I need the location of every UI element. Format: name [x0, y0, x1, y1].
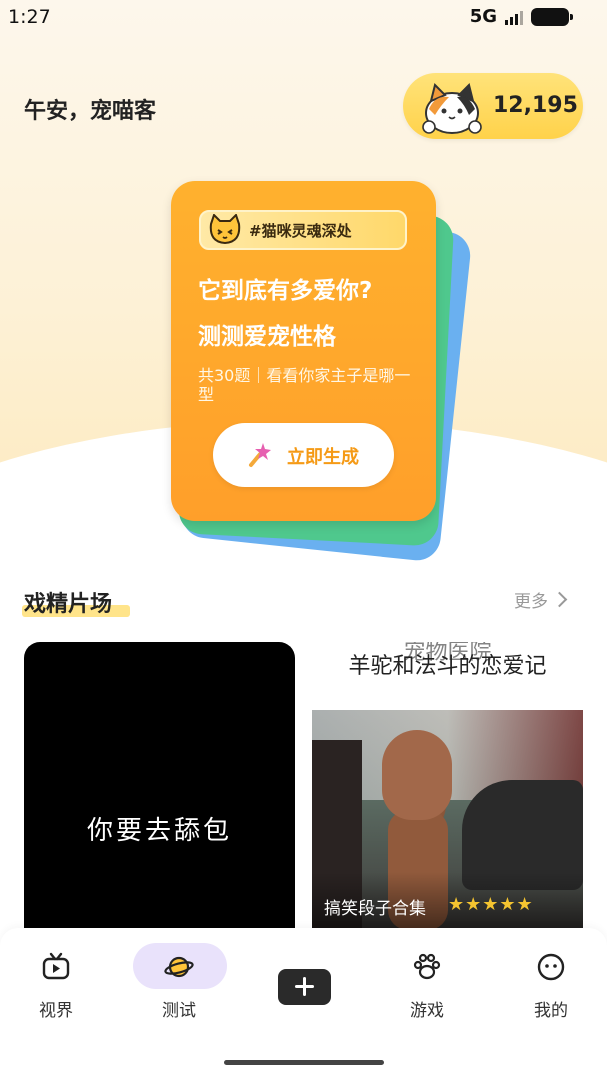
- chevron-right-icon: [551, 591, 568, 608]
- add-button[interactable]: [278, 969, 331, 1005]
- tv-icon: [42, 952, 70, 980]
- status-time: 1:27: [8, 6, 51, 28]
- face-icon: [537, 953, 565, 981]
- quiz-title-line2: 测测爱宠性格: [198, 324, 336, 350]
- rating-stars-icon: ★★★★★: [448, 894, 534, 915]
- greeting-text: 午安，宠喵客: [24, 99, 157, 124]
- cat-face-icon: [209, 214, 241, 245]
- video-card[interactable]: 你要去舔包: [24, 642, 295, 932]
- tab-test[interactable]: 测试: [133, 943, 227, 1026]
- home-indicator: [224, 1060, 384, 1065]
- tab-games[interactable]: 游戏: [382, 946, 472, 1026]
- video-card[interactable]: 宠物医院 羊驼和法斗的恋爱记 搞笑段子合集 ★★★★★: [312, 642, 583, 932]
- generate-button[interactable]: 立即生成: [213, 423, 394, 487]
- status-indicators: 5G: [469, 6, 573, 27]
- cat-mascot-icon: [422, 83, 482, 134]
- status-bar: 1:27 5G: [0, 0, 607, 36]
- battery-icon: [531, 7, 573, 26]
- paw-icon: [413, 953, 441, 980]
- video-caption: 你要去舔包: [86, 816, 232, 846]
- tab-vision[interactable]: 视界: [11, 946, 101, 1026]
- planet-icon: [164, 956, 194, 978]
- coin-balance-button[interactable]: 12,195: [403, 73, 583, 139]
- more-link-label: 更多: [514, 592, 548, 612]
- quiz-tag-label: #猫咪灵魂深处: [249, 222, 352, 240]
- tab-label: 我的: [534, 1001, 568, 1021]
- bottom-tab-bar: 视界 测试 游戏 我的: [0, 928, 607, 1080]
- magic-wand-icon: [249, 443, 271, 467]
- quiz-description: 共30题｜看看你家主子是哪一型: [198, 366, 411, 404]
- more-link[interactable]: 更多: [514, 587, 568, 612]
- tab-label: 视界: [39, 1001, 73, 1021]
- tab-profile[interactable]: 我的: [506, 946, 596, 1026]
- quiz-title-line1: 它到底有多爱你?: [198, 278, 373, 304]
- coin-count: 12,195: [493, 93, 578, 118]
- tab-label: 测试: [162, 1001, 196, 1021]
- video-subtitle: 搞笑段子合集: [324, 899, 426, 919]
- quiz-card[interactable]: #猫咪灵魂深处 它到底有多爱你? 测测爱宠性格 共30题｜看看你家主子是哪一型 …: [171, 181, 436, 521]
- section-title: 戏精片场: [24, 592, 113, 617]
- network-type: 5G: [469, 6, 497, 27]
- signal-icon: [505, 9, 523, 25]
- tab-label: 游戏: [410, 1001, 444, 1021]
- video-title: 羊驼和法斗的恋爱记: [348, 654, 547, 679]
- quiz-tag: #猫咪灵魂深处: [199, 210, 407, 250]
- generate-button-label: 立即生成: [287, 447, 359, 468]
